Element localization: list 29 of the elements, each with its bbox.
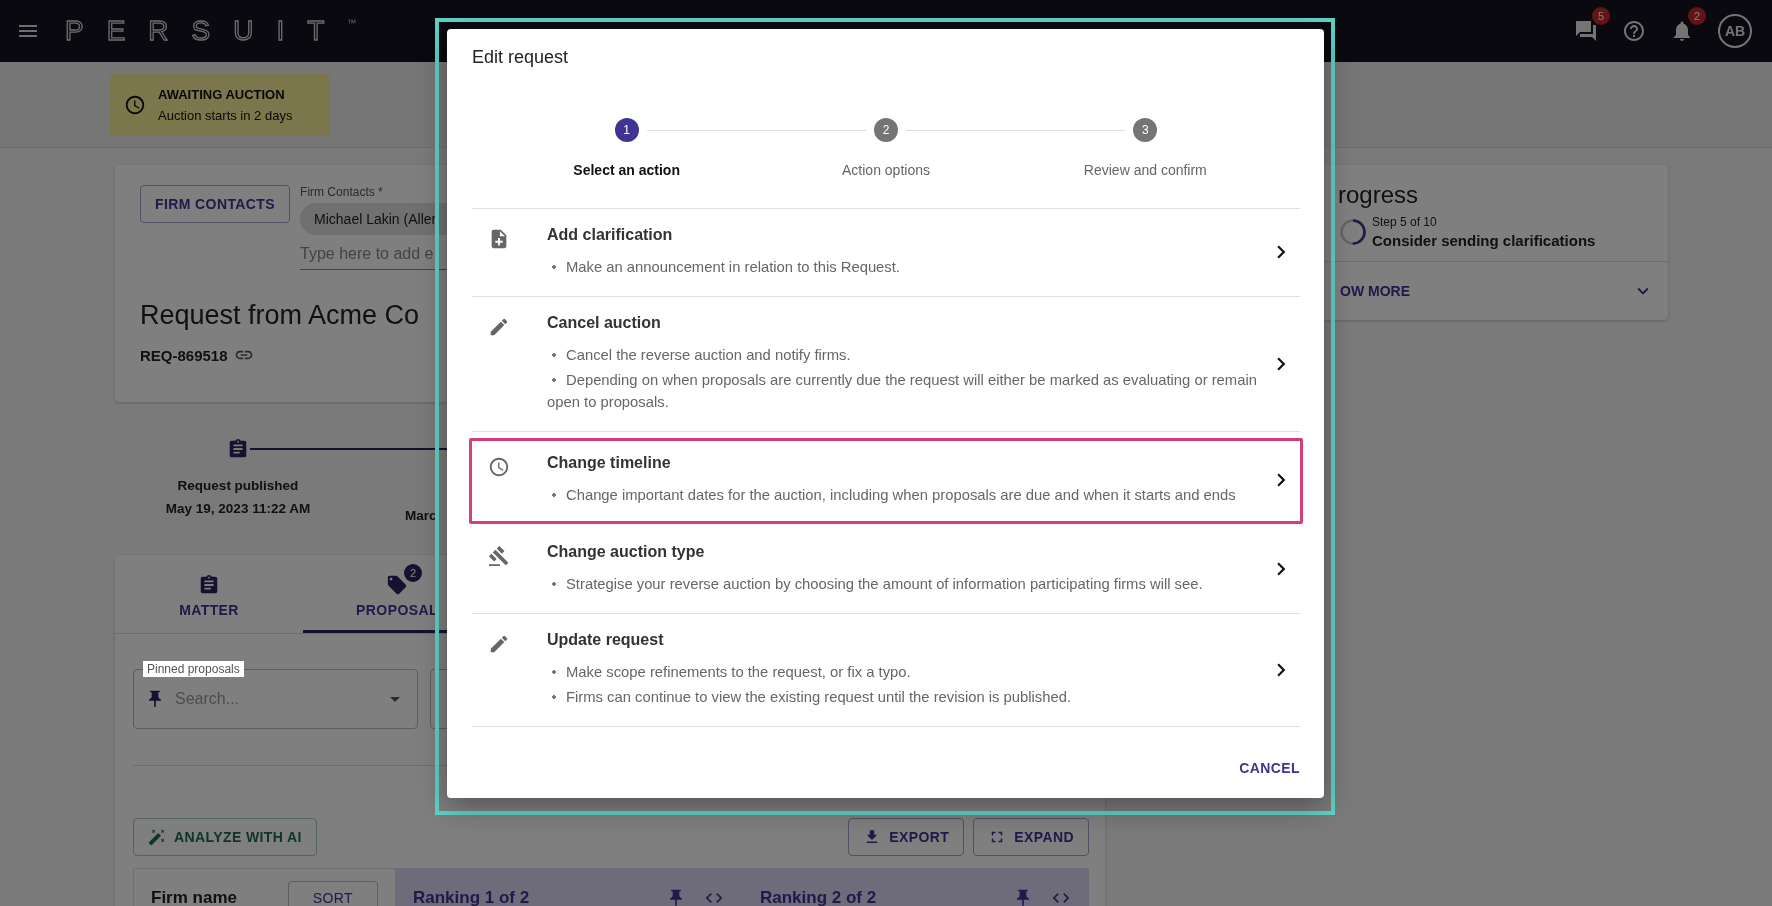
action-title: Add clarification bbox=[547, 226, 673, 244]
step-label: Action options bbox=[842, 162, 930, 178]
status-subtitle: Auction starts in 2 days bbox=[158, 107, 293, 123]
ranking-label: Ranking 1 of 2 bbox=[413, 888, 530, 906]
step-date: May 19, 2023 11:22 AM bbox=[165, 501, 311, 516]
count-badge: 2 bbox=[1688, 7, 1706, 25]
step-count: Step 5 of 10 bbox=[1372, 215, 1438, 229]
dialog-title: Edit request bbox=[472, 47, 569, 68]
request-title: Request from Acme Co bbox=[140, 300, 420, 331]
action-title: Change auction type bbox=[547, 543, 705, 561]
action-title: Update request bbox=[547, 631, 664, 649]
step-task: Consider sending clarifications bbox=[1372, 232, 1596, 249]
step-number: 3 bbox=[1133, 118, 1158, 142]
ranking-label: Ranking 2 of 2 bbox=[760, 888, 877, 906]
column-header: Firm name bbox=[151, 888, 237, 906]
action-title: Cancel auction bbox=[547, 314, 661, 332]
step-number: 1 bbox=[614, 118, 639, 142]
action-title: Change timeline bbox=[547, 454, 671, 472]
status-title: AWAITING AUCTION bbox=[158, 86, 286, 102]
count-badge: 2 bbox=[404, 563, 422, 582]
field-label: Firm Contacts * bbox=[300, 185, 384, 199]
step-label: Review and confirm bbox=[1083, 162, 1207, 178]
step-label: Select an action bbox=[573, 162, 680, 178]
step-number: 2 bbox=[874, 118, 898, 142]
progress-title: rogress bbox=[1337, 180, 1420, 209]
step-date: Marc bbox=[405, 508, 437, 523]
step-label: Request published bbox=[177, 478, 299, 493]
request-reference: REQ-869518 bbox=[140, 346, 228, 364]
count-badge: 5 bbox=[1592, 7, 1610, 25]
